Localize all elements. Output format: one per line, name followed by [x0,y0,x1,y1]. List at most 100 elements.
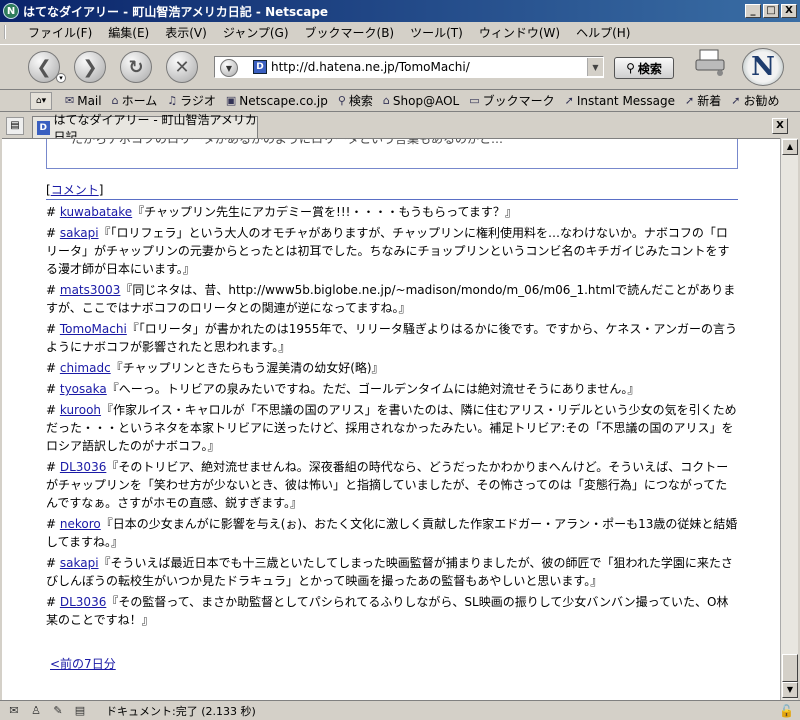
reload-button[interactable]: ↻ [120,51,152,83]
comment-link[interactable]: コメント [51,183,99,197]
comment-text: 『「ロリータ」が書かれたのは1955年で、リリータ騒ぎよりはるかに後です。ですか… [46,322,737,354]
menu-view[interactable]: 表示(V) [157,24,215,41]
bookmark-netscape[interactable]: ▣ Netscape.co.jp [221,94,333,108]
comment-item: # kurooh『作家ルイス・キャロルが「不思議の国のアリス」を書いたのは、隣に… [46,403,737,453]
bookmark-folder[interactable]: ▭ ブックマーク [464,92,559,109]
menu-go[interactable]: ジャンプ(G) [215,24,297,41]
bookmark-label: ラジオ [180,94,216,108]
comment-user-link[interactable]: kuwabatake [60,205,132,219]
maximize-button[interactable]: □ [763,4,779,18]
menu-bookmarks[interactable]: ブックマーク(B) [297,24,403,41]
netscape-app-icon[interactable]: N [3,3,19,19]
url-dropdown-button[interactable]: ▼ [220,59,238,77]
comment-text: 『その監督って、まさか助監督としてパシられてるふりしながら、SL映画の振りして少… [46,595,729,627]
search-icon: ⚲ [337,94,346,107]
bookmark-label: ホーム [121,94,158,108]
bookmark-shop[interactable]: ⌂ Shop@AOL [378,94,464,108]
comment-user-link[interactable]: chimadc [60,361,111,375]
radio-icon: ♫ [167,94,178,107]
comment-user-link[interactable]: DL3036 [60,595,106,609]
menu-bar: ファイル(F) 編集(E) 表示(V) ジャンプ(G) ブックマーク(B) ツー… [0,22,800,42]
bookmark-radio[interactable]: ♫ ラジオ [162,92,221,109]
url-bar[interactable]: D http://d.hatena.ne.jp/TomoMachi/ ▼ [214,56,604,78]
page-favicon-icon: D [253,60,267,74]
printer-icon [695,49,725,76]
comment-text: 『「ロリフェラ」という大人のオモチャがありますが、チャップリンに権利使用料を…な… [46,226,730,276]
close-window-button[interactable]: X [781,4,797,18]
comment-item: # sakapi『「ロリフェラ」という大人のオモチャがありますが、チャップリンに… [46,226,730,276]
tab-favicon-icon: D [37,120,50,135]
comment-item: # nekoro『日本の少女まんがに影響を与え(ぉ)、おたく文化に激しく貢献した… [46,517,738,549]
mail-icon[interactable]: ✉ [6,704,22,718]
comment-user-link[interactable]: sakapi [60,226,99,240]
entry-box: たからナボコフのロリータがあるかのようにロリータという言葉もあるのかと… [46,139,738,169]
menu-help[interactable]: ヘルプ(H) [568,24,638,41]
bookmark-recommend[interactable]: ➚ お勧め [726,92,784,109]
comment-item: # DL3036『その監督って、まさか助監督としてパシられてるふりしながら、SL… [46,595,729,627]
menu-tools[interactable]: ツール(T) [402,24,471,41]
window-titlebar: N はてなダイアリー - 町山智浩アメリカ日記 - Netscape _ □ X [0,0,800,22]
bookmark-new[interactable]: ➚ 新着 [680,92,726,109]
home-icon: ⌂ [111,94,119,107]
vertical-scrollbar[interactable]: ▲ ▼ [780,138,798,700]
netscape-logo[interactable]: N [742,48,784,86]
forward-arrow-icon: ❯ [82,56,98,78]
bookmark-label: Instant Message [576,93,676,108]
page-content: たからナボコフのロリータがあるかのようにロリータという言葉もあるのかと… [コメ… [2,138,780,700]
comment-text: 『日本の少女まんがに影響を与え(ぉ)、おたく文化に激しく貢献した作家エドガー・ア… [46,517,738,549]
comment-user-link[interactable]: nekoro [60,517,101,531]
comment-text: 『作家ルイス・キャロルが「不思議の国のアリス」を書いたのは、隣に住むアリス・リデ… [46,403,737,453]
aim-icon[interactable]: ♙ [28,704,44,718]
minimize-button[interactable]: _ [745,4,761,18]
scroll-thumb[interactable] [782,654,798,682]
scroll-down-button[interactable]: ▼ [782,682,798,698]
bookmark-label: お勧め [743,94,780,108]
menu-edit[interactable]: 編集(E) [100,24,157,41]
security-lock-icon[interactable]: 🔓 [779,704,794,718]
bookmark-search[interactable]: ⚲ 検索 [333,92,378,109]
url-history-dropdown[interactable]: ▼ [587,58,603,76]
print-button[interactable] [694,48,728,78]
comment-item: # chimadc『チャップリンときたらもう渥美清の幼女好(略)』 [46,361,384,375]
comment-item: # sakapi『そういえば最近日本でも十三歳といたしてしまった映画監督が捕まり… [46,556,733,588]
bookmark-instant-message[interactable]: ➚ Instant Message [560,94,680,108]
comment-list: # kuwabatake『チャップリン先生にアカデミー賞を!!!・・・・もうもら… [46,203,738,632]
comment-user-link[interactable]: TomoMachi [60,322,127,336]
shop-icon: ⌂ [382,94,390,107]
status-text: ドキュメント:完了 (2.133 秒) [106,704,256,718]
comment-user-link[interactable]: DL3036 [60,460,106,474]
close-tab-button[interactable]: X [772,118,788,134]
bookmark-label: Shop@AOL [392,93,460,108]
my-icon: ▣ [225,94,237,107]
comment-user-link[interactable]: tyosaka [60,382,107,396]
url-input[interactable]: http://d.hatena.ne.jp/TomoMachi/ [271,60,587,74]
stop-icon: ✕ [174,56,190,78]
reload-icon: ↻ [128,56,144,78]
comment-text: 『チャップリンときたらもう渥美清の幼女好(略)』 [110,361,384,375]
back-history-dropdown[interactable]: ▾ [56,73,66,83]
bookmark-mail[interactable]: ✉ Mail [60,94,107,108]
menu-file[interactable]: ファイル(F) [20,24,100,41]
scroll-up-button[interactable]: ▲ [782,139,798,155]
comment-user-link[interactable]: sakapi [60,556,99,570]
menu-window[interactable]: ウィンドウ(W) [471,24,568,41]
sidebar-toggle-icon[interactable]: ▤ [6,117,24,135]
bookmarks-menu-button[interactable]: ⌂▾ [30,92,52,110]
search-button-label: 検索 [637,61,662,76]
comment-item: # tyosaka『へーっ。トリビアの泉みたいですね。ただ、ゴールデンタイムには… [46,382,640,396]
comment-user-link[interactable]: kurooh [60,403,101,417]
bookmark-home[interactable]: ⌂ ホーム [107,92,163,109]
composer-icon[interactable]: ✎ [50,704,66,718]
comment-user-link[interactable]: mats3003 [60,283,121,297]
comment-text: 『そういえば最近日本でも十三歳といたしてしまった映画監督が捕まりましたが、彼の師… [46,556,733,588]
stop-button[interactable]: ✕ [166,51,198,83]
address-book-icon[interactable]: ▤ [72,704,88,718]
previous-7-days-link[interactable]: <前の7日分 [50,655,116,672]
comment-item: # TomoMachi『「ロリータ」が書かれたのは1955年で、リリータ騒ぎより… [46,322,737,354]
forward-button[interactable]: ❯ [74,51,106,83]
comment-text: 『へーっ。トリビアの泉みたいですね。ただ、ゴールデンタイムには絶対流せそうにあり… [106,382,640,396]
tab-hatena-diary[interactable]: D はてなダイアリー - 町山智浩アメリカ日記 [32,113,258,144]
search-button[interactable]: ⚲ 検索 [614,57,674,79]
menubar-grip[interactable] [4,25,12,39]
comment-item: # DL3036『そのトリビア、絶対流せませんね。深夜番組の時代なら、どうだった… [46,460,729,510]
